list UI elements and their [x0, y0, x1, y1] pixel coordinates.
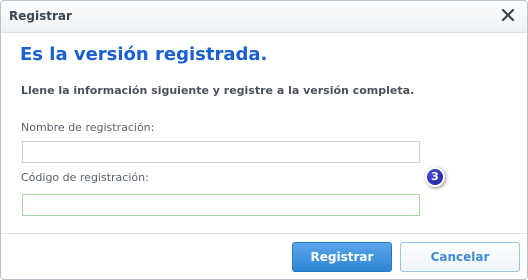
register-button[interactable]: Registrar [292, 242, 392, 272]
dialog-titlebar: Registrar [1, 1, 527, 33]
registration-code-input[interactable] [22, 194, 420, 216]
close-icon[interactable] [499, 6, 517, 24]
registration-name-label: Nombre de registración: [21, 121, 155, 134]
registration-dialog: Registrar Es la versión registrada. Llen… [0, 0, 528, 280]
instructions-text: Llene la información siguiente y registr… [21, 84, 415, 97]
callout-number: 3 [427, 169, 443, 185]
dialog-heading: Es la versión registrada. [20, 44, 268, 65]
callout-badge: 3 [425, 167, 445, 187]
cancel-button[interactable]: Cancelar [400, 242, 520, 272]
dialog-title: Registrar [9, 9, 72, 23]
registration-code-label: Código de registración: [21, 171, 149, 184]
registration-name-input[interactable] [22, 141, 420, 163]
